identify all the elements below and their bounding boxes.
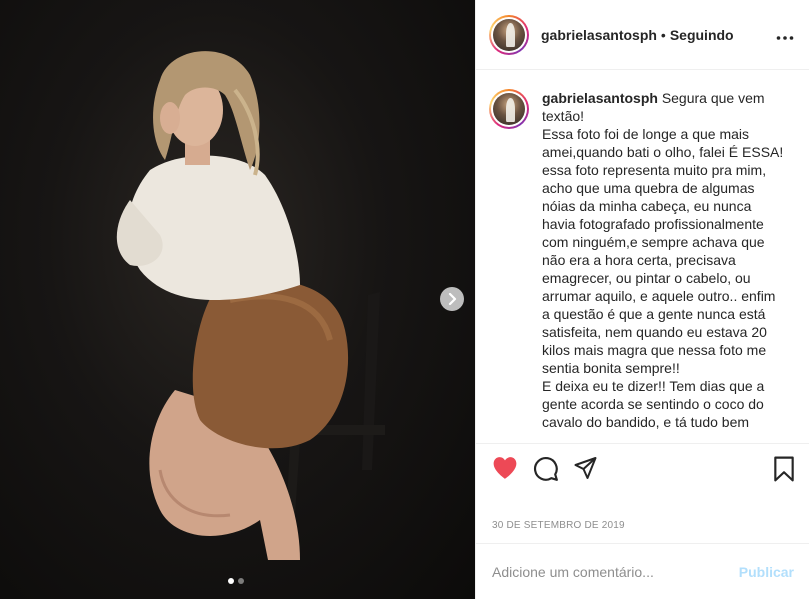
share-icon[interactable] <box>573 456 598 485</box>
more-horizontal-icon[interactable] <box>776 25 794 46</box>
action-bar <box>476 443 809 493</box>
follow-status-button[interactable]: Seguindo <box>670 27 734 43</box>
caption-text: Segura que vem textão! Essa foto foi de … <box>542 90 784 430</box>
carousel-next-button[interactable] <box>440 287 464 311</box>
post-date[interactable]: 30 DE SETEMBRO DE 2019 <box>492 520 625 531</box>
caption-username[interactable]: gabrielasantosph <box>542 90 662 106</box>
publish-button[interactable]: Publicar <box>739 564 794 580</box>
avatar[interactable] <box>489 14 529 55</box>
caption-avatar[interactable] <box>489 89 529 129</box>
chevron-right-icon <box>448 293 457 305</box>
post-sidebar: gabrielasantosph • Seguindo gabrielasant… <box>475 0 809 599</box>
comment-form: Publicar <box>476 543 809 599</box>
heart-icon[interactable] <box>492 456 518 485</box>
caption-section: gabrielasantosph Segura que vem textão! … <box>476 71 809 443</box>
post-photo[interactable] <box>0 0 475 599</box>
header-username[interactable]: gabrielasantosph <box>541 27 657 43</box>
comment-input[interactable] <box>492 563 739 580</box>
photo-image <box>116 51 385 560</box>
post-header: gabrielasantosph • Seguindo <box>476 0 809 70</box>
carousel-dot <box>228 578 234 584</box>
header-separator: • <box>660 26 666 43</box>
comment-icon[interactable] <box>533 456 559 487</box>
caption: gabrielasantosph Segura que vem textão! … <box>542 89 787 443</box>
carousel-indicator <box>228 578 244 584</box>
carousel-dot <box>238 578 244 584</box>
bookmark-icon[interactable] <box>773 456 795 487</box>
